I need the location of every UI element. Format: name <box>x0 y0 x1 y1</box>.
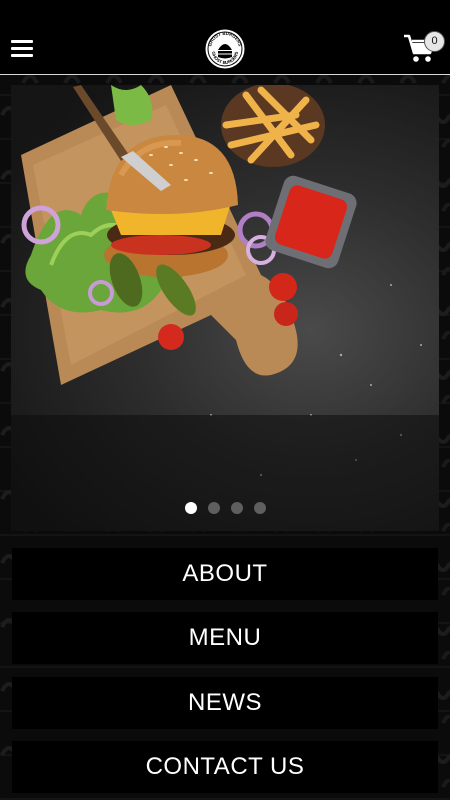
about-button[interactable]: ABOUT <box>12 548 438 600</box>
cart-count-badge: 0 <box>424 31 445 52</box>
carousel-dot-2[interactable] <box>207 502 220 514</box>
brand-logo[interactable]: GHOST BURGERS GHOST BURGERS <box>205 29 245 69</box>
carousel-dot-3[interactable] <box>230 502 243 514</box>
hamburger-menu-icon[interactable] <box>11 40 33 58</box>
menu-button[interactable]: MENU <box>12 612 438 664</box>
carousel-dot-1[interactable] <box>184 502 197 514</box>
hero-carousel-image[interactable] <box>11 85 439 531</box>
carousel-dot-4[interactable] <box>253 502 266 514</box>
carousel-pagination <box>0 502 450 516</box>
news-button[interactable]: NEWS <box>12 677 438 729</box>
app-header: GHOST BURGERS GHOST BURGERS 0 <box>0 0 450 75</box>
contact-us-button[interactable]: CONTACT US <box>12 741 438 793</box>
